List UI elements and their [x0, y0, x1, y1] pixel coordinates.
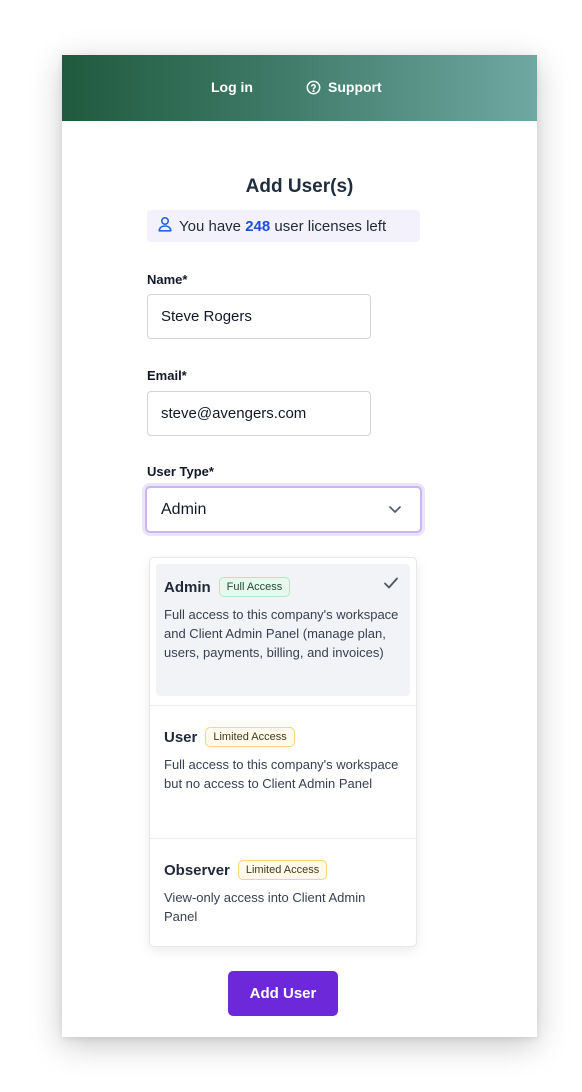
- page-title: Add User(s): [245, 176, 354, 197]
- login-link[interactable]: Log in: [211, 79, 253, 95]
- option-header: User Limited Access: [164, 727, 402, 747]
- license-text: You have 248 user licenses left: [179, 218, 386, 235]
- option-description: Full access to this company's workspace …: [164, 757, 399, 791]
- license-info-banner: You have 248 user licenses left: [147, 210, 420, 242]
- option-description: Full access to this company's workspace …: [164, 607, 399, 660]
- option-admin[interactable]: Admin Full Access Full access to this co…: [156, 564, 410, 696]
- name-label: Name*: [147, 272, 188, 287]
- option-name: Admin: [164, 578, 211, 596]
- user-type-value: Admin: [161, 500, 207, 518]
- license-suffix: user licenses left: [274, 217, 387, 235]
- add-user-card: Log in Support Add User(s) You have 248: [62, 55, 537, 1037]
- support-label: Support: [328, 79, 382, 95]
- name-field[interactable]: [147, 294, 371, 339]
- user-type-label: User Type*: [147, 464, 214, 479]
- access-badge: Full Access: [218, 577, 291, 597]
- option-header: Admin Full Access: [164, 577, 401, 597]
- license-prefix: You have: [179, 217, 242, 235]
- access-badge: Limited Access: [237, 860, 328, 880]
- option-observer[interactable]: Observer Limited Access View-only access…: [150, 839, 416, 946]
- add-user-button[interactable]: Add User: [228, 971, 338, 1016]
- email-label: Email*: [147, 368, 187, 383]
- user-type-dropdown: Admin Full Access Full access to this co…: [149, 557, 417, 947]
- option-user[interactable]: User Limited Access Full access to this …: [150, 706, 416, 838]
- login-label: Log in: [211, 79, 253, 95]
- support-icon: [306, 80, 321, 95]
- support-link[interactable]: Support: [306, 79, 382, 95]
- access-badge: Limited Access: [205, 727, 295, 747]
- option-description: View-only access into Client Admin Panel: [164, 890, 366, 924]
- email-field[interactable]: [147, 391, 371, 436]
- user-type-select[interactable]: Admin: [145, 486, 422, 533]
- user-icon: [157, 216, 173, 236]
- top-nav-bar: Log in Support: [62, 55, 537, 121]
- check-icon: [383, 576, 399, 594]
- chevron-down-icon: [388, 501, 402, 519]
- license-count: 248: [245, 217, 271, 235]
- option-name: User: [164, 728, 198, 746]
- option-name: Observer: [164, 861, 230, 879]
- option-header: Observer Limited Access: [164, 860, 402, 880]
